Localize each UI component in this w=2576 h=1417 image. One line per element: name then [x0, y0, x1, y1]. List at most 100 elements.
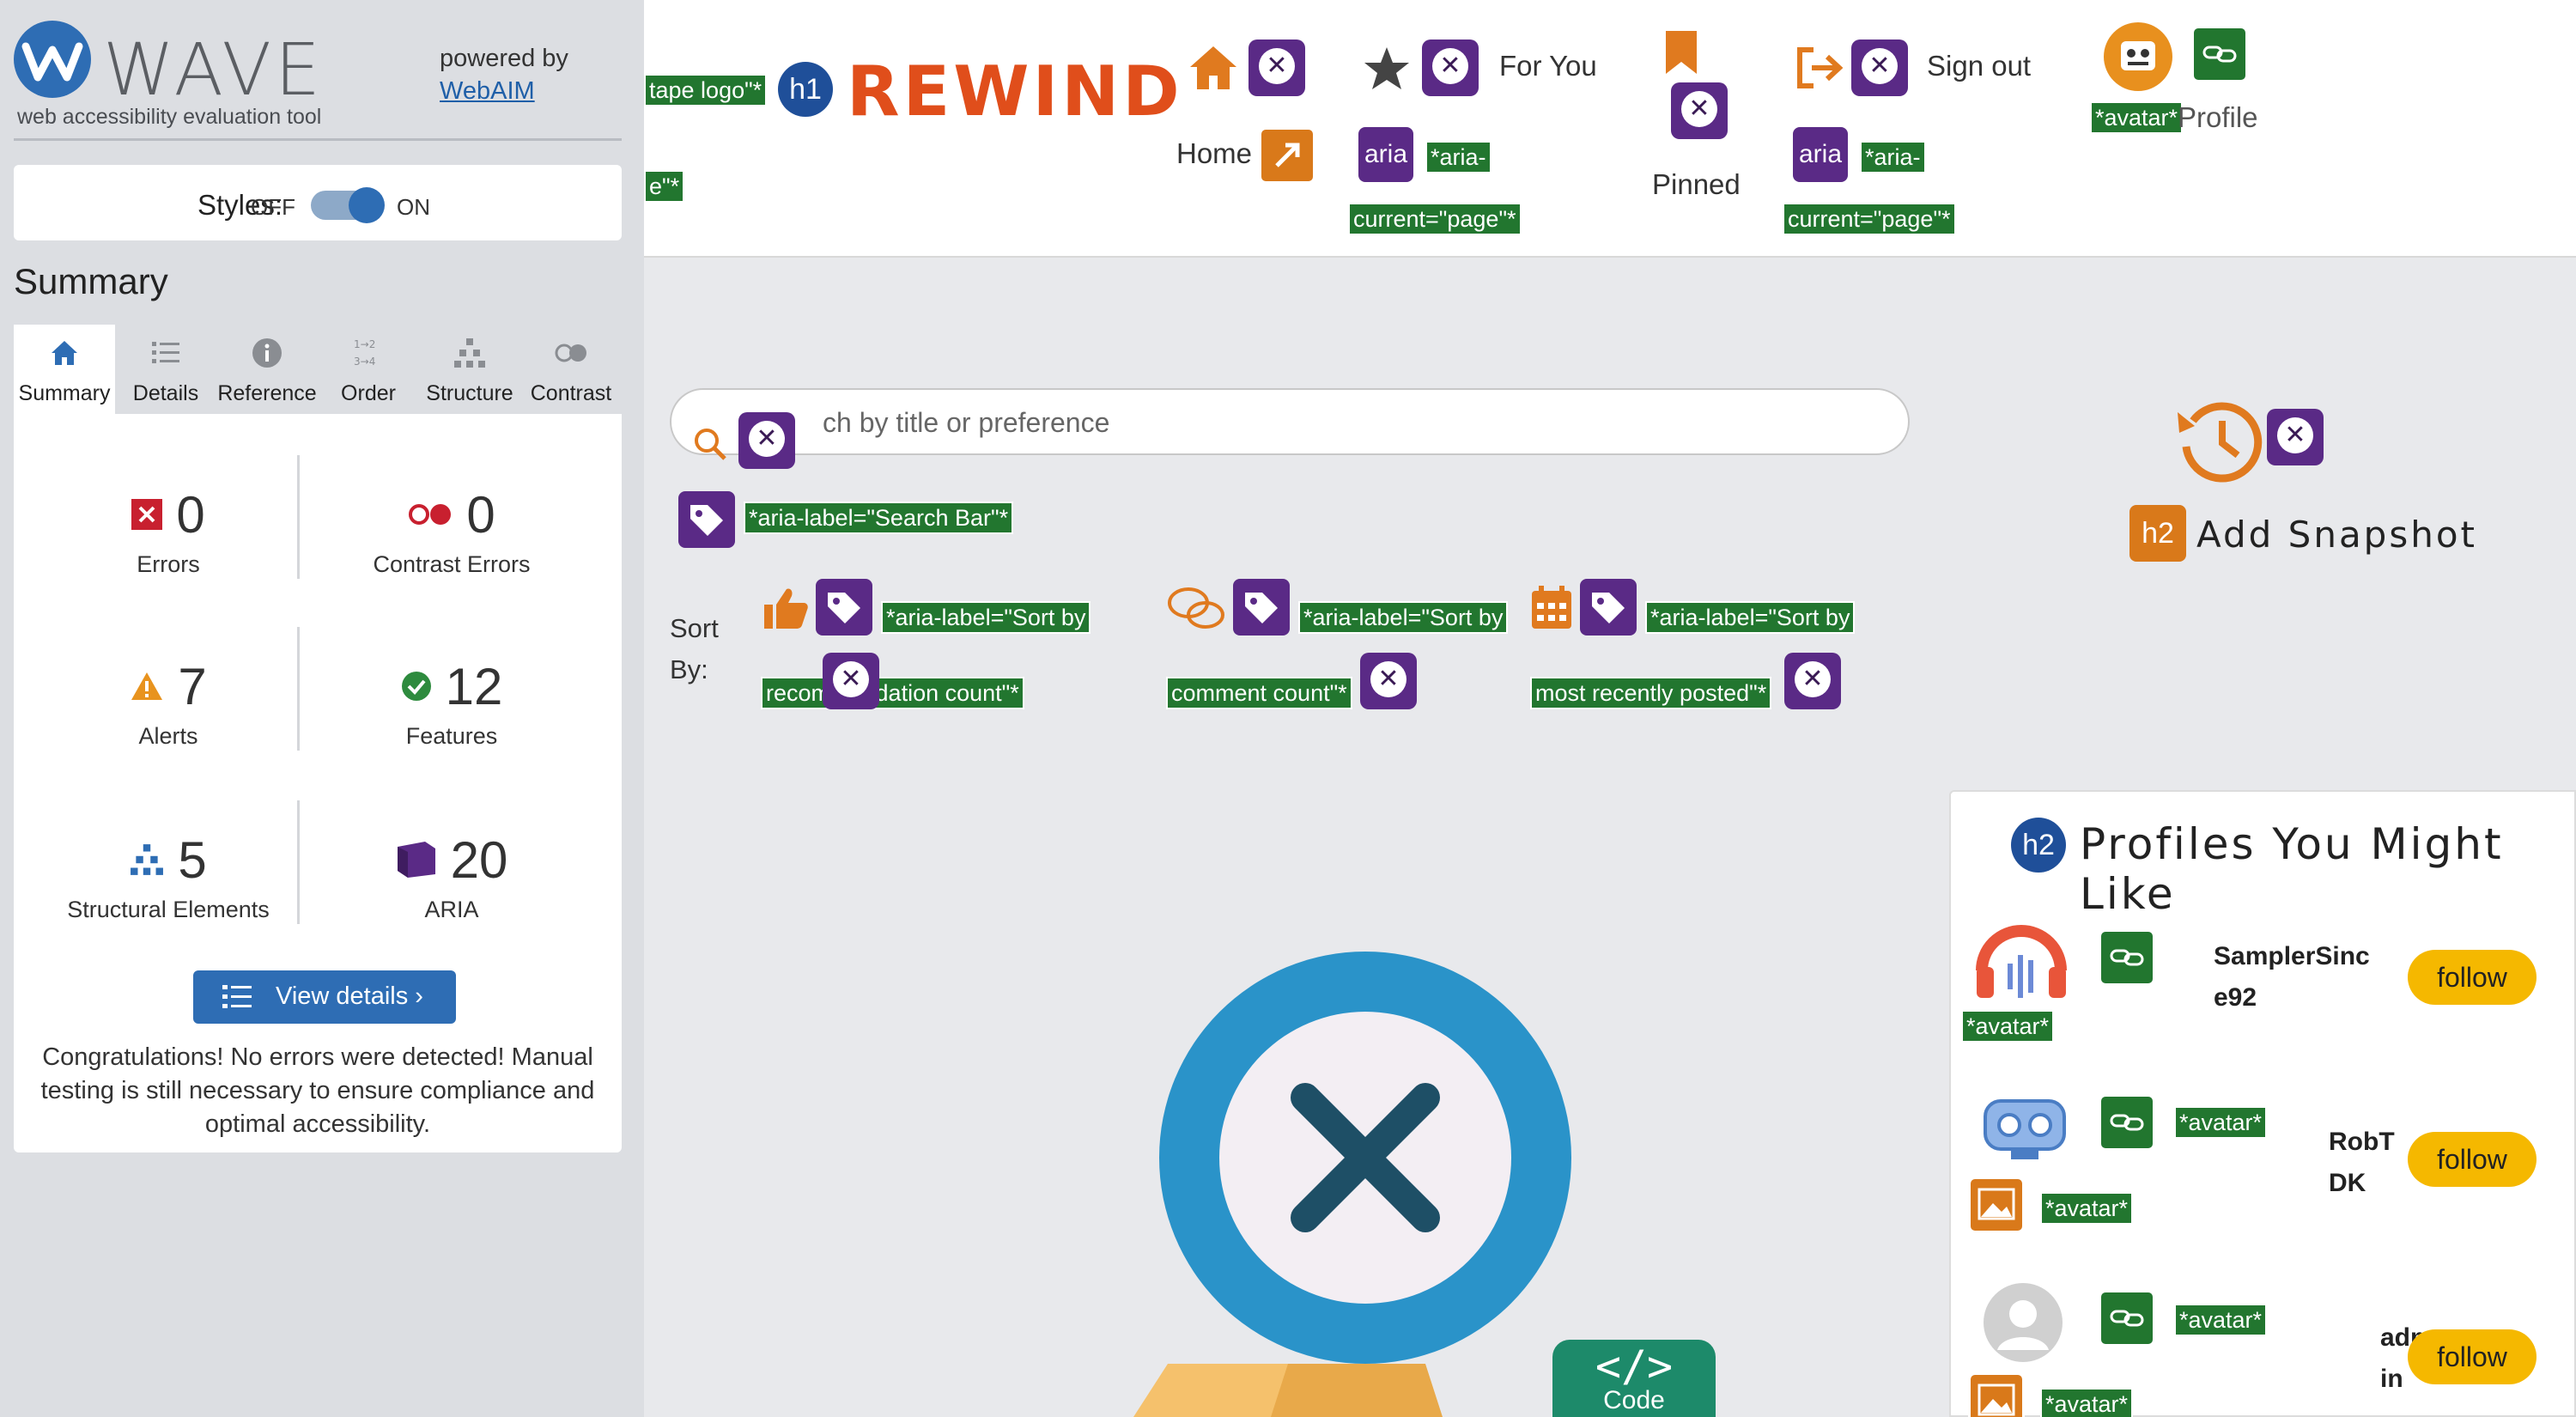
profile-name[interactable]: RobT DK — [2329, 1122, 2395, 1204]
profiles-card: h2 Profiles You Might Like *avatar* Samp… — [1949, 790, 2576, 1417]
close-icon: ✕ — [1370, 661, 1406, 697]
aria-hidden-badge: ✕ — [823, 653, 879, 709]
aria-label-tag: *aria-label="Sort by — [1645, 601, 1856, 634]
tab-reference[interactable]: Reference — [216, 325, 318, 414]
nav-sign-out[interactable]: Sign out — [1927, 50, 2031, 82]
tab-label: Details — [132, 381, 199, 405]
avatar-alt-tag: *avatar* — [2174, 1106, 2268, 1139]
sign-out-icon[interactable] — [1795, 45, 1844, 91]
home-icon[interactable] — [1187, 41, 1240, 93]
summary-heading: Summary — [14, 261, 168, 301]
stat-alerts[interactable]: 7 Alerts — [31, 586, 306, 749]
tab-summary[interactable]: Summary — [14, 325, 115, 414]
image-alert-badge — [1968, 1177, 2025, 1233]
avatar-robot-icon[interactable] — [1977, 1075, 2073, 1171]
tab-contrast[interactable]: Contrast — [520, 325, 622, 414]
profile-name-line: RobT — [2329, 1128, 2395, 1156]
styles-toggle-box: Styles: OFF ON — [14, 165, 622, 240]
aria-badge: aria — [1358, 127, 1413, 182]
nav-home[interactable]: Home — [1176, 137, 1252, 170]
stat-features[interactable]: 12 Features — [314, 586, 589, 749]
aria-hidden-badge: ✕ — [1249, 40, 1305, 96]
avatar-icon[interactable] — [2102, 21, 2174, 93]
aria-hidden-badge: ✕ — [1851, 40, 1908, 96]
divider — [297, 455, 300, 579]
view-details-label: View details › — [276, 982, 423, 1010]
search-input[interactable]: ch by title or preference — [670, 388, 1910, 460]
code-badge: </> Code — [1552, 1340, 1716, 1417]
nav-pinned[interactable]: Pinned — [1652, 168, 1741, 201]
avatar-placeholder-icon[interactable] — [1982, 1281, 2064, 1364]
contrast-icon — [555, 344, 586, 362]
stat-label: Alerts — [138, 723, 198, 749]
list-icon — [222, 985, 252, 1008]
styles-on-label: ON — [397, 194, 430, 220]
congrats-message: Congratulations! No errors were detected… — [40, 1043, 595, 1138]
wave-logo-text: WAVE — [103, 27, 325, 112]
summary-card: 0 Errors 0 Contrast Errors 7 Alerts 12 F… — [14, 414, 622, 1152]
close-icon: ✕ — [1681, 91, 1717, 127]
list-icon — [152, 342, 179, 363]
comments-icon[interactable] — [1166, 584, 1226, 634]
stat-value: 5 — [178, 830, 207, 889]
close-icon: ✕ — [1862, 48, 1898, 84]
tab-order[interactable]: 1→2 3→4 Order — [318, 325, 419, 414]
aria-hidden-badge: ✕ — [1671, 82, 1728, 139]
tag-icon — [1245, 593, 1278, 623]
avatar-alt-tag: *avatar* — [2090, 101, 2184, 134]
follow-button[interactable]: follow — [2408, 950, 2537, 1005]
stat-label: Features — [405, 723, 498, 749]
view-details-button[interactable]: View details › — [193, 970, 456, 1024]
thumbs-up-icon[interactable] — [761, 584, 811, 632]
styles-toggle-knob[interactable] — [349, 187, 385, 223]
bookmark-icon[interactable] — [1662, 29, 1700, 76]
close-icon: ✕ — [1795, 661, 1831, 697]
rewind-logo[interactable]: REWIND — [847, 52, 1183, 131]
sort-label: Sort By: — [670, 613, 719, 684]
stat-value: 0 — [176, 485, 205, 544]
structure-icon — [454, 338, 485, 368]
profile-name[interactable]: SamplerSinc e92 — [2214, 936, 2370, 1019]
calendar-icon[interactable] — [1530, 584, 1573, 630]
wave-sidebar: WAVE web accessibility evaluation tool p… — [0, 0, 644, 1417]
wave-tagline: web accessibility evaluation tool — [17, 105, 322, 129]
history-icon[interactable] — [2172, 395, 2267, 486]
styles-off-label: OFF — [251, 194, 295, 220]
stat-errors[interactable]: 0 Errors — [31, 414, 306, 577]
webaim-link[interactable]: WebAIM — [440, 77, 535, 106]
stat-structural[interactable]: 5 Structural Elements — [31, 759, 306, 923]
nav-profile[interactable]: Profile — [2178, 101, 2258, 134]
powered-by-text: powered by — [440, 45, 568, 72]
star-icon[interactable] — [1362, 45, 1412, 93]
link-icon — [2202, 46, 2237, 63]
styles-toggle[interactable] — [311, 187, 385, 223]
aria-hidden-badge: ✕ — [1784, 653, 1841, 709]
search-icon — [695, 429, 726, 460]
close-icon: ✕ — [833, 661, 869, 697]
profile-name-line: SamplerSinc — [2214, 942, 2370, 970]
tab-label: Structure — [426, 381, 513, 405]
stat-aria[interactable]: 20 ARIA — [314, 759, 589, 922]
alert-icon — [131, 672, 163, 700]
nav-for-you[interactable]: For You — [1499, 50, 1597, 82]
wave-logo-icon — [14, 21, 91, 98]
aria-label-tag: comment count"* — [1166, 677, 1352, 709]
add-snapshot-heading[interactable]: Add Snapshot — [2196, 514, 2477, 556]
h1-badge: h1 — [778, 62, 833, 117]
tab-details[interactable]: Details — [115, 325, 216, 414]
aria-current-tag: current="page"* — [1783, 203, 1956, 235]
top-navigation: tape logo"* e"* h1 REWIND ✕ Home ✕ For Y… — [644, 0, 2576, 258]
contrast-error-icon — [409, 504, 452, 525]
avatar-alt-tag: *avatar* — [2040, 1192, 2134, 1225]
follow-button[interactable]: follow — [2408, 1132, 2537, 1187]
linked-image-badge — [2099, 1290, 2155, 1347]
linked-image-badge — [2099, 1094, 2155, 1151]
linked-image-badge — [2099, 929, 2155, 986]
follow-button[interactable]: follow — [2408, 1329, 2537, 1384]
order-icon: 1→2 3→4 — [354, 338, 375, 368]
tag-icon — [1592, 593, 1625, 623]
image-icon — [1978, 1384, 2015, 1416]
tab-structure[interactable]: Structure — [419, 325, 520, 414]
stat-contrast-errors[interactable]: 0 Contrast Errors — [314, 414, 589, 578]
avatar-headphones-icon[interactable] — [1973, 910, 2069, 1006]
